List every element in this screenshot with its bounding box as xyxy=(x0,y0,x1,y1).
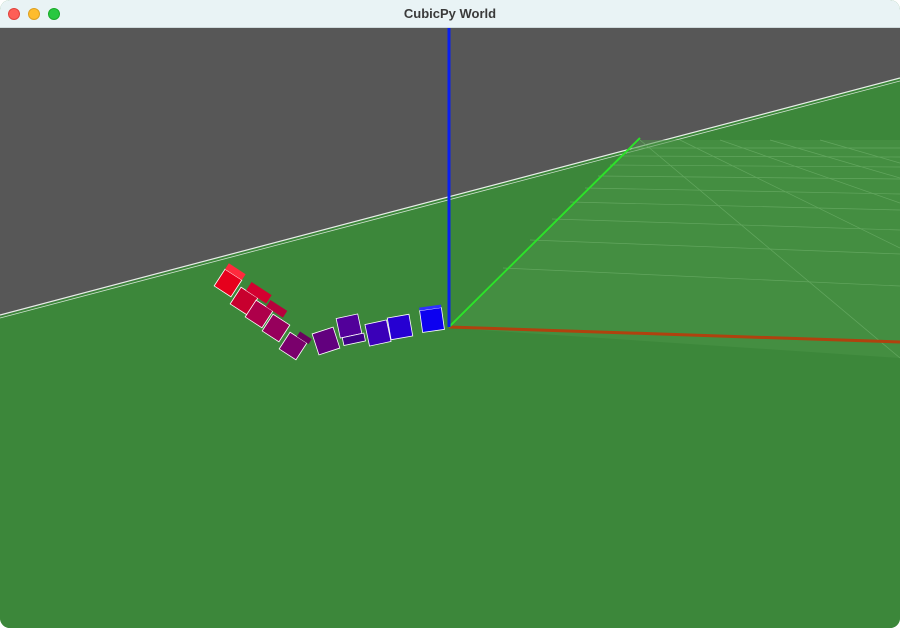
window-title: CubicPy World xyxy=(403,6,497,21)
scene-canvas[interactable] xyxy=(0,28,900,628)
title-bar[interactable]: CubicPy World xyxy=(0,0,900,28)
app-window: CubicPy World xyxy=(0,0,900,628)
cube xyxy=(419,304,445,333)
3d-viewport[interactable] xyxy=(0,28,900,628)
cube xyxy=(364,319,392,347)
cube xyxy=(386,313,414,341)
